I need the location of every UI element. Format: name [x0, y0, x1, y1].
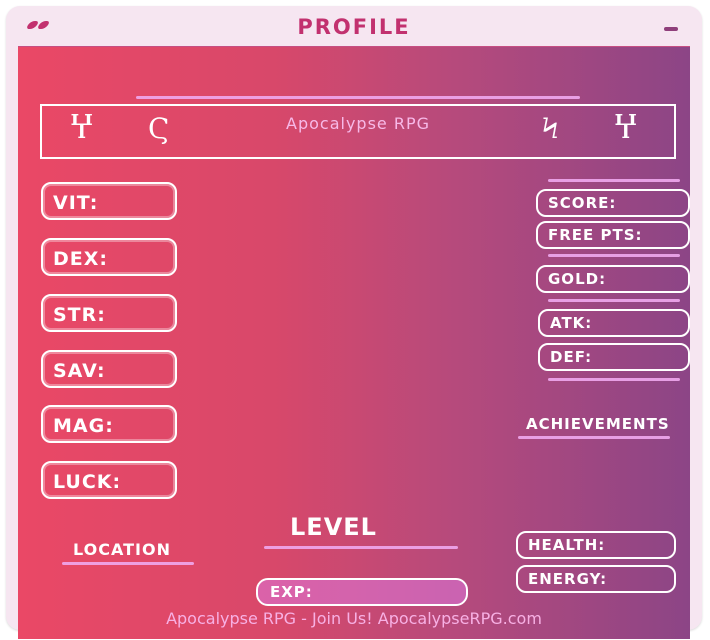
energy-field[interactable]: ENERGY: — [516, 565, 676, 593]
stat-luck-label: LUCK: — [53, 471, 122, 493]
level-heading: LEVEL — [290, 513, 377, 541]
divider-right-gold — [548, 299, 680, 302]
score-label: SCORE: — [548, 194, 617, 212]
score-field[interactable]: SCORE: — [536, 189, 690, 217]
footer-text: Apocalypse RPG - Join Us! ApocalypseRPG.… — [166, 609, 542, 628]
achievements-heading: ACHIEVEMENTS — [526, 415, 670, 433]
window-title: PROFILE — [297, 15, 411, 39]
divider-top — [136, 96, 580, 99]
rune-icon-4: Ⴤ — [614, 112, 638, 145]
location-heading: LOCATION — [73, 540, 171, 559]
divider-right-mid — [548, 254, 680, 257]
energy-label: ENERGY: — [528, 570, 608, 588]
exp-bar[interactable]: EXP: — [256, 578, 468, 606]
stat-sav[interactable]: SAV: — [41, 350, 177, 388]
divider-location — [62, 562, 194, 565]
free-pts-field[interactable]: FREE PTS: — [536, 221, 690, 249]
divider-right-top — [548, 179, 680, 182]
health-field[interactable]: HEALTH: — [516, 531, 676, 559]
free-pts-label: FREE PTS: — [548, 226, 643, 244]
stat-vit[interactable]: VIT: — [41, 182, 177, 220]
banner-title: Apocalypse RPG — [286, 114, 430, 133]
stat-mag-label: MAG: — [53, 415, 114, 437]
divider-right-def — [548, 378, 680, 381]
divider-level — [264, 546, 458, 549]
stat-dex[interactable]: DEX: — [41, 238, 177, 276]
health-label: HEALTH: — [528, 536, 606, 554]
stat-sav-label: SAV: — [53, 360, 106, 382]
gold-label: GOLD: — [548, 270, 607, 288]
banner: Ⴤ Ϛ Apocalypse RPG Ϟ Ⴤ — [40, 104, 676, 159]
def-field[interactable]: DEF: — [538, 343, 690, 371]
stat-str-label: STR: — [53, 304, 106, 326]
stat-vit-label: VIT: — [53, 192, 99, 214]
stat-dex-label: DEX: — [53, 248, 108, 270]
stat-luck[interactable]: LUCK: — [41, 461, 177, 499]
exp-label: EXP: — [270, 583, 313, 601]
profile-window: PROFILE Ⴤ Ϛ Apocalypse RPG Ϟ Ⴤ VIT: DEX:… — [6, 6, 702, 639]
minimize-icon[interactable] — [664, 27, 678, 31]
divider-achievements — [518, 436, 670, 439]
atk-label: ATK: — [550, 314, 593, 332]
rune-icon-3: Ϟ — [542, 112, 559, 145]
atk-field[interactable]: ATK: — [538, 309, 690, 337]
def-label: DEF: — [550, 348, 593, 366]
stat-mag[interactable]: MAG: — [41, 405, 177, 443]
title-bar[interactable]: PROFILE — [6, 6, 702, 46]
stat-str[interactable]: STR: — [41, 294, 177, 332]
gold-field[interactable]: GOLD: — [536, 265, 690, 293]
profile-content: Ⴤ Ϛ Apocalypse RPG Ϟ Ⴤ VIT: DEX: STR: SA… — [18, 46, 690, 639]
